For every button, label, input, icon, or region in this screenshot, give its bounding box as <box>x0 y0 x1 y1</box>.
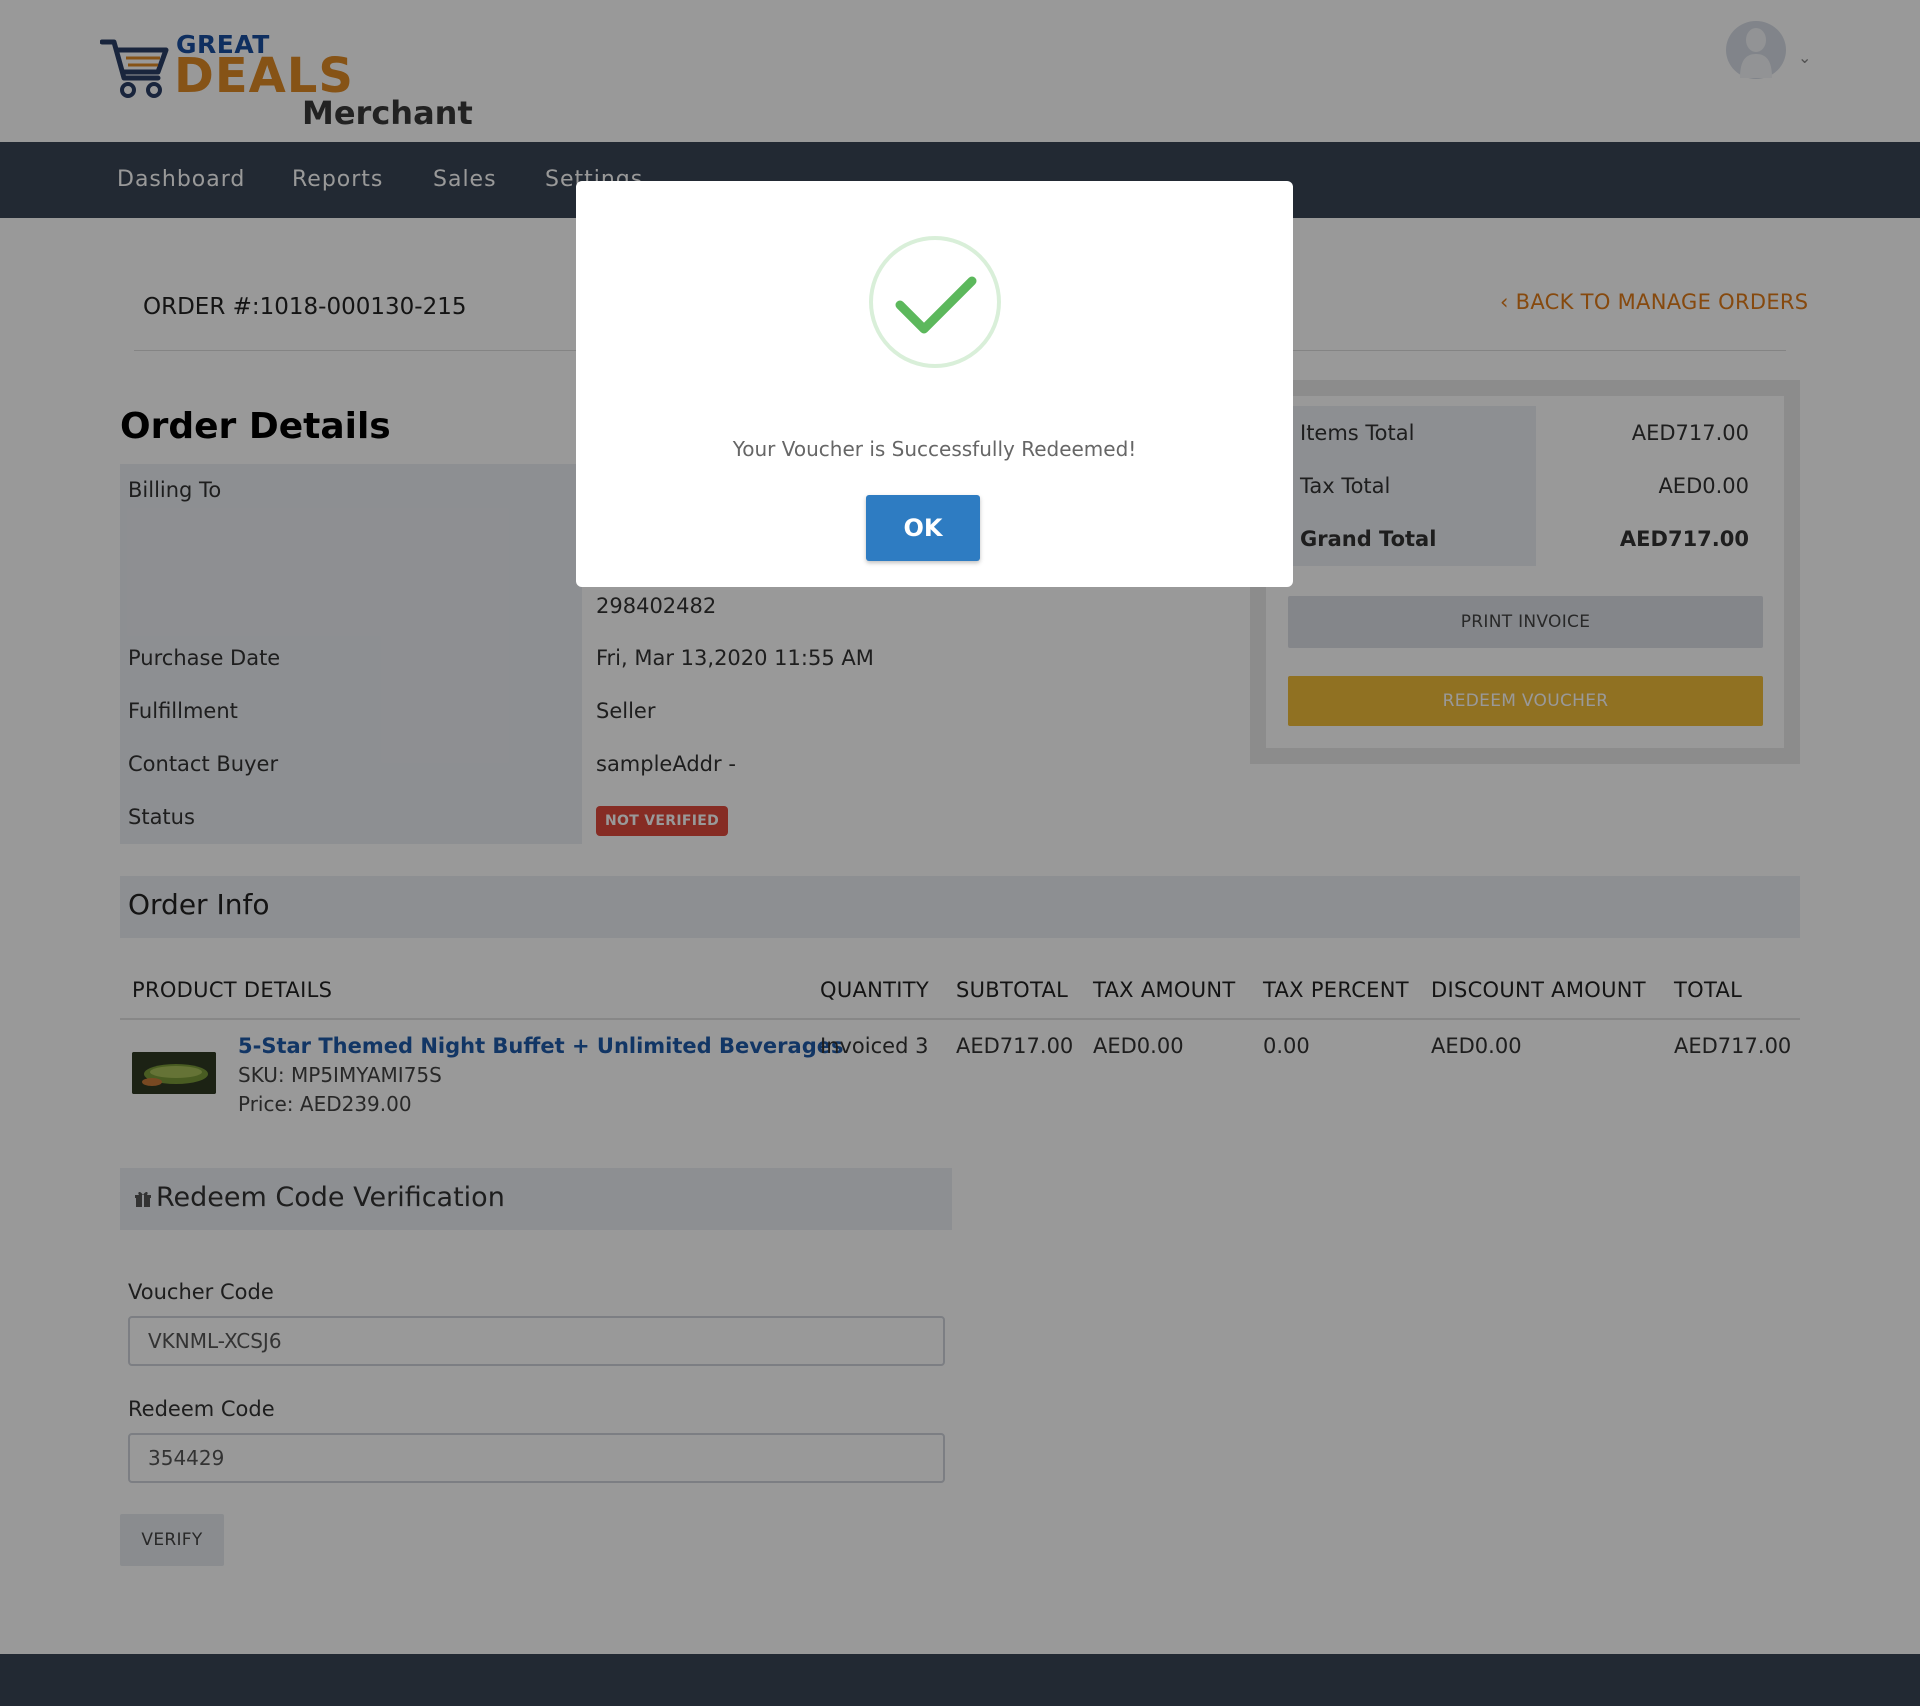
success-dialog: Your Voucher is Successfully Redeemed! O… <box>576 181 1293 587</box>
success-message: Your Voucher is Successfully Redeemed! <box>732 437 1137 461</box>
success-check-icon <box>869 236 1001 368</box>
ok-button[interactable]: OK <box>866 495 980 561</box>
